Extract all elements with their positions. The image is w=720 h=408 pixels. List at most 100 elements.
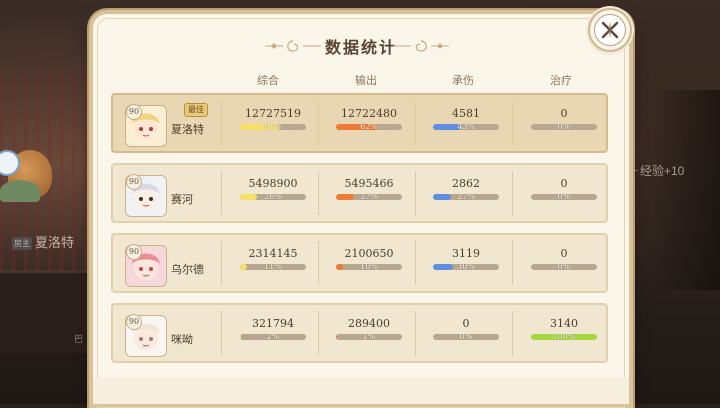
- player-row: 90 最佳 夏洛特 12727519 61% 12722480 62% 4581…: [111, 93, 608, 153]
- title-ornament-left-icon: [265, 40, 321, 52]
- mvp-badge: 最佳: [184, 103, 208, 117]
- stat-percent: 2%: [266, 334, 280, 340]
- stat-cell-heal: 3140 100%: [516, 305, 612, 361]
- stat-percent: 43%: [457, 124, 475, 130]
- stat-bar: 0%: [531, 264, 597, 270]
- stat-bar: 2%: [240, 334, 306, 340]
- player-row: 90 赛河 5498900 26% 5495466 27% 2862 27% 0…: [111, 163, 608, 223]
- stat-cell-heal: 0 0%: [516, 95, 612, 151]
- stat-percent: 27%: [457, 194, 475, 200]
- stat-cell-total: 5498900 26%: [225, 165, 321, 221]
- stat-percent: 27%: [360, 194, 378, 200]
- column-header-heal: 治疗: [550, 74, 572, 87]
- stat-cell-tank: 0 0%: [418, 305, 514, 361]
- stat-bar: 62%: [336, 124, 402, 130]
- stat-cell-tank: 2862 27%: [418, 165, 514, 221]
- stat-cell-damage: 2100650 10%: [321, 235, 417, 291]
- stat-bar: 61%: [240, 124, 306, 130]
- stat-percent: 100%: [552, 334, 576, 340]
- stat-value: 2862: [452, 177, 480, 190]
- stat-cell-heal: 0 0%: [516, 165, 612, 221]
- stat-value: 12722480: [341, 107, 397, 120]
- stat-cell-tank: 4581 43%: [418, 95, 514, 151]
- stat-bar: 0%: [433, 334, 499, 340]
- stat-bar: 1%: [336, 334, 402, 340]
- stat-value: 5495466: [344, 177, 394, 190]
- stat-bar: 43%: [433, 124, 499, 130]
- stat-cell-total: 321794 2%: [225, 305, 321, 361]
- green-hat: [0, 180, 40, 202]
- stat-value: 0: [462, 317, 470, 330]
- stat-value: 5498900: [248, 177, 298, 190]
- row-divider: [221, 241, 222, 285]
- level-badge: 90: [126, 174, 142, 190]
- stat-cell-total: 2314145 11%: [225, 235, 321, 291]
- close-button[interactable]: [590, 10, 630, 50]
- level-badge: 90: [126, 104, 142, 120]
- exp-line: [628, 170, 638, 171]
- stat-value: 321794: [252, 317, 294, 330]
- stat-cell-tank: 3119 30%: [418, 235, 514, 291]
- row-divider: [221, 311, 222, 355]
- close-x-icon[interactable]: [594, 14, 626, 46]
- stat-percent: 62%: [360, 124, 378, 130]
- stat-value: 0: [560, 177, 568, 190]
- stat-bar: 11%: [240, 264, 306, 270]
- stat-bar: 26%: [240, 194, 306, 200]
- stat-bar: 100%: [531, 334, 597, 340]
- dialog-title: 数据统计: [324, 38, 397, 57]
- stat-value: 3119: [452, 247, 480, 260]
- stat-bar: 0%: [531, 124, 597, 130]
- stat-percent: 10%: [360, 264, 378, 270]
- player-name: 夏洛特: [171, 123, 204, 136]
- stat-bar: 27%: [336, 194, 402, 200]
- player-name: 咪呦: [171, 333, 193, 346]
- stat-value: 0: [560, 247, 568, 260]
- stat-value: 2100650: [344, 247, 394, 260]
- dialog-bottom: [93, 378, 629, 404]
- stat-bar: 10%: [336, 264, 402, 270]
- row-divider: [221, 101, 222, 145]
- player-row: 90 乌尔德 2314145 11% 2100650 10% 3119 30% …: [111, 233, 608, 293]
- stat-value: 2314145: [248, 247, 298, 260]
- dialog-header: 数据统计: [93, 34, 629, 58]
- stat-bar: 0%: [531, 194, 597, 200]
- stat-percent: 61%: [264, 124, 282, 130]
- stat-value: 0: [560, 107, 568, 120]
- stat-percent: 0%: [557, 194, 571, 200]
- background-player-tag: 房主: [12, 237, 32, 251]
- stat-value: 12727519: [245, 107, 301, 120]
- column-header-total: 综合: [257, 74, 279, 87]
- stat-value: 289400: [348, 317, 390, 330]
- column-header-tank: 承伤: [452, 74, 474, 87]
- stat-value: 4581: [452, 107, 480, 120]
- stat-cell-heal: 0 0%: [516, 235, 612, 291]
- player-name: 赛河: [171, 193, 193, 206]
- stat-value: 3140: [550, 317, 578, 330]
- background-player-name: 房主 夏洛特: [12, 235, 75, 251]
- stat-bar: 27%: [433, 194, 499, 200]
- stat-cell-damage: 12722480 62%: [321, 95, 417, 151]
- stat-percent: 1%: [362, 334, 376, 340]
- stat-percent: 26%: [264, 194, 282, 200]
- exp-gain-text: 经验+10: [640, 164, 685, 178]
- background-right-shadow: [650, 90, 720, 290]
- stat-percent: 0%: [557, 264, 571, 270]
- stat-percent: 11%: [264, 264, 282, 270]
- title-ornament-right-icon: [393, 40, 449, 52]
- stat-cell-total: 12727519 61%: [225, 95, 321, 151]
- column-header-damage: 输出: [355, 74, 377, 87]
- background-small-label: 巴: [74, 334, 84, 344]
- stat-bar: 30%: [433, 264, 499, 270]
- close-x-glyph: [601, 21, 619, 39]
- stat-cell-damage: 5495466 27%: [321, 165, 417, 221]
- stat-percent: 30%: [457, 264, 475, 270]
- stat-cell-damage: 289400 1%: [321, 305, 417, 361]
- stat-percent: 0%: [557, 124, 571, 130]
- player-row: 90 咪呦 321794 2% 289400 1% 0 0% 3140 100%: [111, 303, 608, 363]
- stat-percent: 0%: [459, 334, 473, 340]
- level-badge: 90: [126, 244, 142, 260]
- player-name: 乌尔德: [171, 263, 204, 276]
- level-badge: 90: [126, 314, 142, 330]
- row-divider: [221, 171, 222, 215]
